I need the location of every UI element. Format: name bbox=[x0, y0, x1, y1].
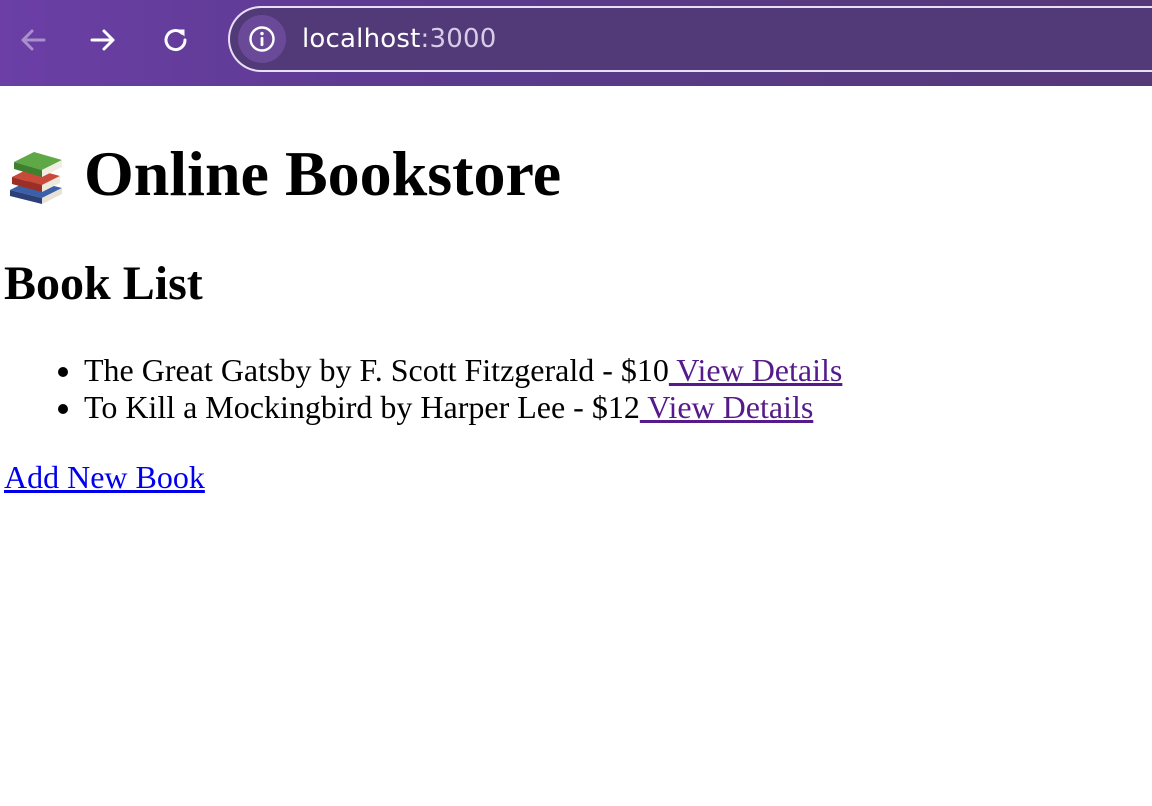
forward-arrow-icon bbox=[90, 29, 115, 51]
site-info-icon bbox=[249, 26, 275, 52]
browser-toolbar: localhost:3000 bbox=[0, 0, 1152, 86]
url-host: localhost bbox=[302, 24, 421, 54]
url-port: :3000 bbox=[420, 24, 497, 54]
book-text: To Kill a Mockingbird by Harper Lee - $1… bbox=[84, 389, 640, 425]
back-button[interactable] bbox=[13, 20, 53, 60]
section-title: Book List bbox=[4, 257, 203, 310]
forward-button[interactable] bbox=[83, 20, 123, 60]
list-item: To Kill a Mockingbird by Harper Lee - $1… bbox=[84, 389, 842, 426]
reload-icon bbox=[164, 29, 187, 52]
reload-button[interactable] bbox=[156, 20, 196, 60]
view-details-link[interactable]: View Details bbox=[669, 352, 842, 388]
book-text: The Great Gatsby by F. Scott Fitzgerald … bbox=[84, 352, 669, 388]
books-icon bbox=[10, 152, 62, 204]
book-list: The Great Gatsby by F. Scott Fitzgerald … bbox=[0, 352, 842, 426]
list-item: The Great Gatsby by F. Scott Fitzgerald … bbox=[84, 352, 842, 389]
address-bar[interactable]: localhost:3000 bbox=[228, 6, 1152, 72]
page-title-text: Online Bookstore bbox=[84, 138, 562, 209]
back-arrow-icon bbox=[21, 29, 46, 51]
view-details-link[interactable]: View Details bbox=[640, 389, 813, 425]
site-info-button[interactable] bbox=[238, 15, 286, 63]
add-new-book-link[interactable]: Add New Book bbox=[4, 459, 205, 496]
url-text[interactable]: localhost:3000 bbox=[302, 24, 496, 54]
page-title: Online Bookstore bbox=[6, 134, 561, 214]
